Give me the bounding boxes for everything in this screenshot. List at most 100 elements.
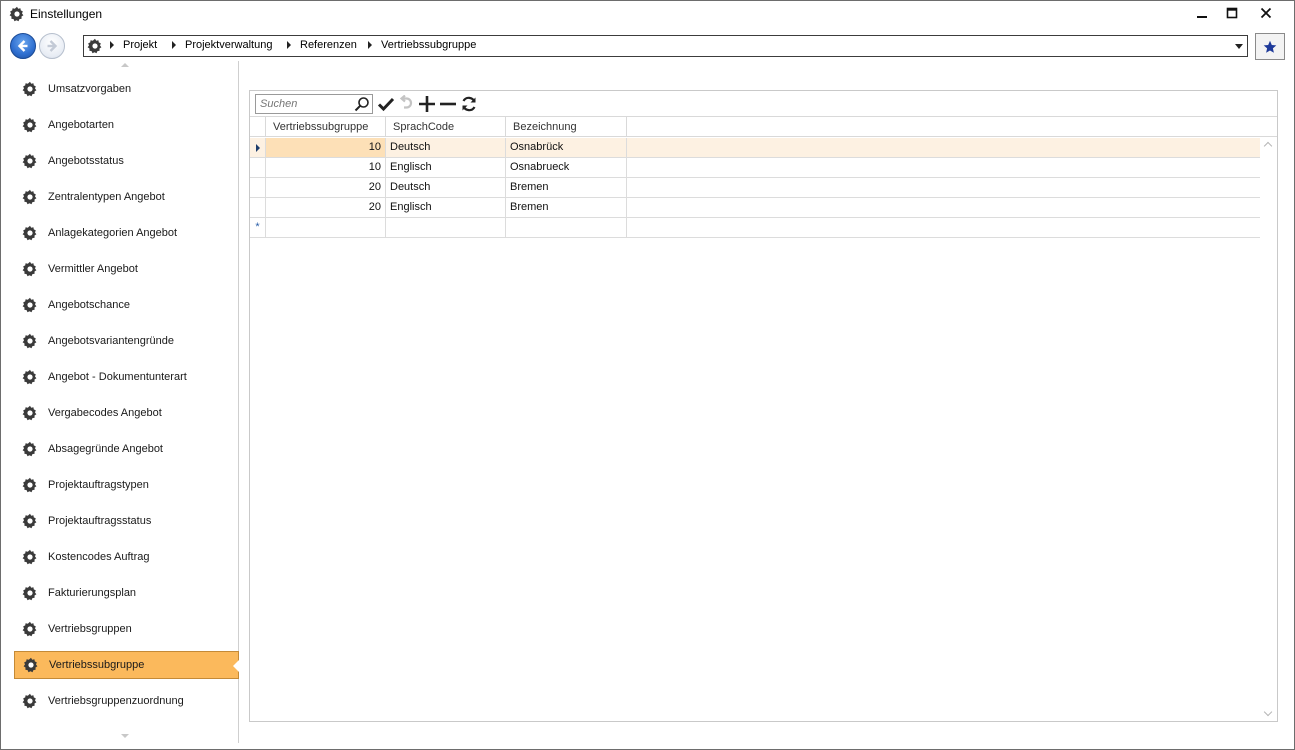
cell-vertriebssubgruppe[interactable]: 10 [266, 138, 386, 157]
row-indicator[interactable] [250, 178, 266, 197]
plus-icon [419, 96, 435, 112]
table-row[interactable]: 10 Deutsch Osnabrück [250, 138, 1260, 158]
cell-bezeichnung[interactable]: Bremen [506, 198, 627, 217]
navigation-bar: Projekt Projektverwaltung Referenzen Ver… [1, 31, 1294, 61]
row-indicator[interactable] [250, 138, 266, 157]
search-icon[interactable] [354, 96, 370, 112]
grid-panel: Vertriebssubgruppe SprachCode Bezeichnun… [249, 90, 1278, 722]
cell-bezeichnung[interactable] [506, 218, 627, 237]
breadcrumb-arrow-icon [368, 41, 372, 49]
breadcrumb-item-projekt[interactable]: Projekt [110, 39, 157, 51]
search-box[interactable] [255, 94, 373, 114]
forward-button[interactable] [39, 33, 65, 59]
gear-icon [9, 6, 24, 22]
sidebar-item[interactable]: Vergabecodes Angebot [14, 399, 239, 427]
cell-sprachcode[interactable]: Englisch [386, 158, 506, 177]
table-row[interactable]: 20 Deutsch Bremen [250, 178, 1260, 198]
scroll-down-icon[interactable] [121, 734, 129, 738]
vertical-scrollbar[interactable] [1260, 137, 1277, 721]
new-table-row[interactable]: * [250, 218, 1260, 238]
sidebar-item[interactable]: Vertriebssubgruppe [14, 651, 239, 679]
sidebar-item[interactable]: Angebotsvariantengründe [14, 327, 239, 355]
sidebar-item[interactable]: Angebotschance [14, 291, 239, 319]
cell-sprachcode[interactable] [386, 218, 506, 237]
cell-sprachcode[interactable]: Englisch [386, 198, 506, 217]
refresh-button[interactable] [459, 94, 479, 114]
delete-button[interactable] [438, 94, 458, 114]
breadcrumb-label: Referenzen [300, 39, 357, 51]
close-icon [1260, 7, 1272, 19]
cell-bezeichnung[interactable]: Osnabrück [506, 138, 627, 157]
header-indicator-cell [250, 117, 266, 137]
sidebar-item[interactable]: Angebotsstatus [14, 147, 239, 175]
gear-icon [22, 621, 37, 637]
breadcrumb-label: Projektverwaltung [185, 39, 273, 51]
cell-sprachcode[interactable]: Deutsch [386, 138, 506, 157]
scroll-up-icon[interactable] [121, 63, 129, 67]
cell-bezeichnung[interactable]: Bremen [506, 178, 627, 197]
breadcrumb-item-referenzen[interactable]: Referenzen [287, 39, 357, 51]
maximize-button[interactable] [1217, 1, 1247, 25]
star-icon [1263, 40, 1277, 53]
cell-vertriebssubgruppe[interactable] [266, 218, 386, 237]
maximize-icon [1226, 7, 1238, 19]
cell-vertriebssubgruppe[interactable]: 20 [266, 178, 386, 197]
sidebar-item[interactable]: Zentralentypen Angebot [14, 183, 239, 211]
grid-header: Vertriebssubgruppe SprachCode Bezeichnun… [250, 117, 1277, 137]
back-button[interactable] [10, 33, 36, 59]
sidebar-item-label: Vertriebsgruppen [48, 623, 132, 635]
sidebar-item[interactable]: Vertriebsgruppen [14, 615, 239, 643]
search-input[interactable] [260, 97, 352, 111]
chevron-up-icon[interactable] [1263, 141, 1273, 151]
chevron-down-icon[interactable] [1235, 44, 1243, 49]
arrow-left-icon [17, 40, 28, 52]
column-header-bezeichnung[interactable]: Bezeichnung [506, 117, 627, 137]
undo-button[interactable] [397, 94, 417, 114]
table-row[interactable]: 20 Englisch Bremen [250, 198, 1260, 218]
active-indicator [233, 660, 239, 672]
minus-icon [440, 102, 456, 106]
new-row-asterisk-icon: * [255, 221, 260, 233]
sidebar-item-label: Kostencodes Auftrag [48, 551, 150, 563]
sidebar-item[interactable]: Umsatzvorgaben [14, 75, 239, 103]
gear-icon [22, 513, 37, 529]
table-row[interactable]: 10 Englisch Osnabrueck [250, 158, 1260, 178]
add-button[interactable] [417, 94, 437, 114]
breadcrumb-item-projektverwaltung[interactable]: Projektverwaltung [172, 39, 272, 51]
sidebar-item[interactable]: Vertriebsgruppenzuordnung [14, 687, 239, 715]
cell-vertriebssubgruppe[interactable]: 10 [266, 158, 386, 177]
sidebar-item-label: Vergabecodes Angebot [48, 407, 162, 419]
sidebar-item[interactable]: Anlagekategorien Angebot [14, 219, 239, 247]
row-indicator[interactable]: * [250, 218, 266, 237]
gear-icon [22, 333, 37, 349]
favorite-button[interactable] [1255, 33, 1285, 60]
cell-vertriebssubgruppe[interactable]: 20 [266, 198, 386, 217]
cell-bezeichnung[interactable]: Osnabrueck [506, 158, 627, 177]
sidebar-item[interactable]: Projektauftragsstatus [14, 507, 239, 535]
sidebar-item[interactable]: Absagegründe Angebot [14, 435, 239, 463]
grid-toolbar [250, 91, 1277, 117]
row-indicator[interactable] [250, 198, 266, 217]
sidebar-item[interactable]: Vermittler Angebot [14, 255, 239, 283]
minimize-button[interactable] [1187, 1, 1217, 25]
column-header-sprachcode[interactable]: SprachCode [386, 117, 506, 137]
sidebar-item-label: Vertriebsgruppenzuordnung [48, 695, 184, 707]
breadcrumb-label: Vertriebssubgruppe [381, 39, 477, 51]
cell-sprachcode[interactable]: Deutsch [386, 178, 506, 197]
row-indicator[interactable] [250, 158, 266, 177]
sidebar-item[interactable]: Angebotarten [14, 111, 239, 139]
sidebar-item[interactable]: Projektauftragstypen [14, 471, 239, 499]
close-button[interactable] [1251, 1, 1281, 25]
gear-icon [22, 585, 37, 601]
column-header-vertriebssubgruppe[interactable]: Vertriebssubgruppe [266, 117, 386, 137]
chevron-down-icon[interactable] [1263, 707, 1273, 717]
breadcrumb-item-vertriebssubgruppe[interactable]: Vertriebssubgruppe [368, 39, 476, 51]
save-button[interactable] [376, 94, 396, 114]
sidebar-item[interactable]: Angebot - Dokumentunterart [14, 363, 239, 391]
breadcrumb[interactable]: Projekt Projektverwaltung Referenzen Ver… [83, 35, 1248, 57]
breadcrumb-arrow-icon [110, 41, 114, 49]
sidebar-item[interactable]: Fakturierungsplan [14, 579, 239, 607]
sidebar-item[interactable]: Kostencodes Auftrag [14, 543, 239, 571]
title-bar: Einstellungen [1, 1, 1294, 27]
gear-icon [22, 225, 37, 241]
